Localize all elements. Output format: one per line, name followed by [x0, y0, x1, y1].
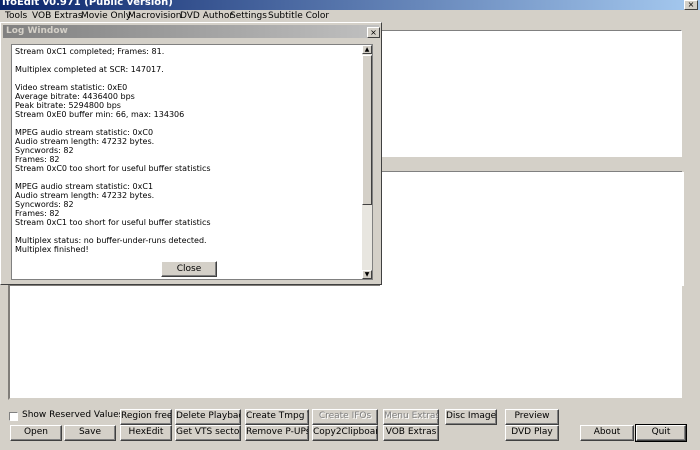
vob-extras-button[interactable]: VOB Extras — [383, 425, 439, 441]
show-reserved-label[interactable]: Show Reserved Values — [22, 410, 123, 420]
scroll-up-icon[interactable]: ▲ — [362, 45, 372, 54]
window-title: IfoEdit v0.971 (Public version) — [2, 0, 173, 8]
log-line: Multiplex finished! — [15, 245, 89, 254]
log-line: Syncwords: 82 — [15, 200, 74, 209]
window-close-button[interactable]: × — [684, 0, 698, 10]
log-title: Log Window — [6, 26, 68, 36]
right-edge — [684, 30, 700, 400]
log-line: Peak bitrate: 5294800 bps — [15, 101, 121, 110]
show-reserved-checkbox[interactable] — [9, 412, 18, 421]
get-vts-sectors-button[interactable]: Get VTS sectors — [175, 425, 241, 441]
details-pane-upper[interactable] — [380, 172, 684, 286]
log-line: Multiplex status: no buffer-under-runs d… — [15, 236, 207, 245]
details-pane[interactable] — [8, 284, 684, 400]
log-line: Audio stream length: 47232 bytes. — [15, 191, 155, 200]
menu-movie-only[interactable]: Movie Only — [81, 10, 131, 22]
log-close-icon[interactable]: × — [367, 27, 380, 38]
menu-settings[interactable]: Settings — [230, 10, 267, 22]
title-bar: IfoEdit v0.971 (Public version) × — [0, 0, 700, 10]
create-ifos-button[interactable]: Create IFOs — [312, 409, 378, 425]
log-line: Stream 0xC0 too short for useful buffer … — [15, 164, 211, 173]
menu-bar: Tools VOB Extras Movie Only Macrovision … — [0, 10, 700, 22]
log-title-bar: Log Window — [3, 25, 379, 38]
dvd-play-button[interactable]: DVD Play — [505, 425, 559, 441]
log-scrollbar[interactable]: ▲ ▼ — [362, 45, 372, 279]
hexedit-button[interactable]: HexEdit — [120, 425, 172, 441]
log-close-button[interactable]: Close — [161, 261, 217, 277]
log-line: MPEG audio stream statistic: 0xC0 — [15, 128, 154, 137]
log-window: Log Window × Stream 0xC1 completed; Fram… — [0, 22, 382, 285]
log-line: Multiplex completed at SCR: 147017. — [15, 65, 164, 74]
menu-subtitle-color[interactable]: Subtitle Color — [268, 10, 329, 22]
log-line: Frames: 82 — [15, 155, 60, 164]
log-line: Video stream statistic: 0xE0 — [15, 83, 128, 92]
log-line: Stream 0xE0 buffer min: 66, max: 134306 — [15, 110, 185, 119]
create-tmpg-button[interactable]: Create Tmpg T. — [245, 409, 309, 425]
delete-playback-button[interactable]: Delete Playback — [175, 409, 241, 425]
save-button[interactable]: Save — [64, 425, 116, 441]
log-line: Stream 0xC1 too short for useful buffer … — [15, 218, 211, 227]
about-button[interactable]: About — [580, 425, 634, 441]
copy2clipboard-button[interactable]: Copy2Clipboard — [312, 425, 378, 441]
log-line: Frames: 82 — [15, 209, 60, 218]
log-line: Audio stream length: 47232 bytes. — [15, 137, 155, 146]
menu-tools[interactable]: Tools — [5, 10, 27, 22]
open-button[interactable]: Open — [10, 425, 62, 441]
menu-extras-button[interactable]: Menu Extras — [383, 409, 439, 425]
region-free-button[interactable]: Region free — [120, 409, 172, 425]
preview-button[interactable]: Preview — [505, 409, 559, 425]
ifo-tree-pane[interactable] — [380, 30, 682, 157]
quit-button[interactable]: Quit — [635, 424, 687, 442]
log-line: Stream 0xC1 completed; Frames: 81. — [15, 47, 165, 56]
remove-pups-button[interactable]: Remove P-UPs — [245, 425, 309, 441]
log-line: MPEG audio stream statistic: 0xC1 — [15, 182, 154, 191]
log-line: Average bitrate: 4436400 bps — [15, 92, 135, 101]
details-header — [380, 160, 682, 172]
scroll-down-icon[interactable]: ▼ — [362, 270, 372, 279]
scroll-thumb[interactable] — [362, 55, 372, 205]
menu-macrovision[interactable]: Macrovision — [128, 10, 181, 22]
menu-vob-extras[interactable]: VOB Extras — [32, 10, 83, 22]
log-text-area[interactable]: Stream 0xC1 completed; Frames: 81. Multi… — [11, 44, 373, 280]
disc-image-button[interactable]: Disc Image — [445, 409, 497, 425]
menu-dvd-author[interactable]: DVD Author — [180, 10, 233, 22]
log-line: Syncwords: 82 — [15, 146, 74, 155]
